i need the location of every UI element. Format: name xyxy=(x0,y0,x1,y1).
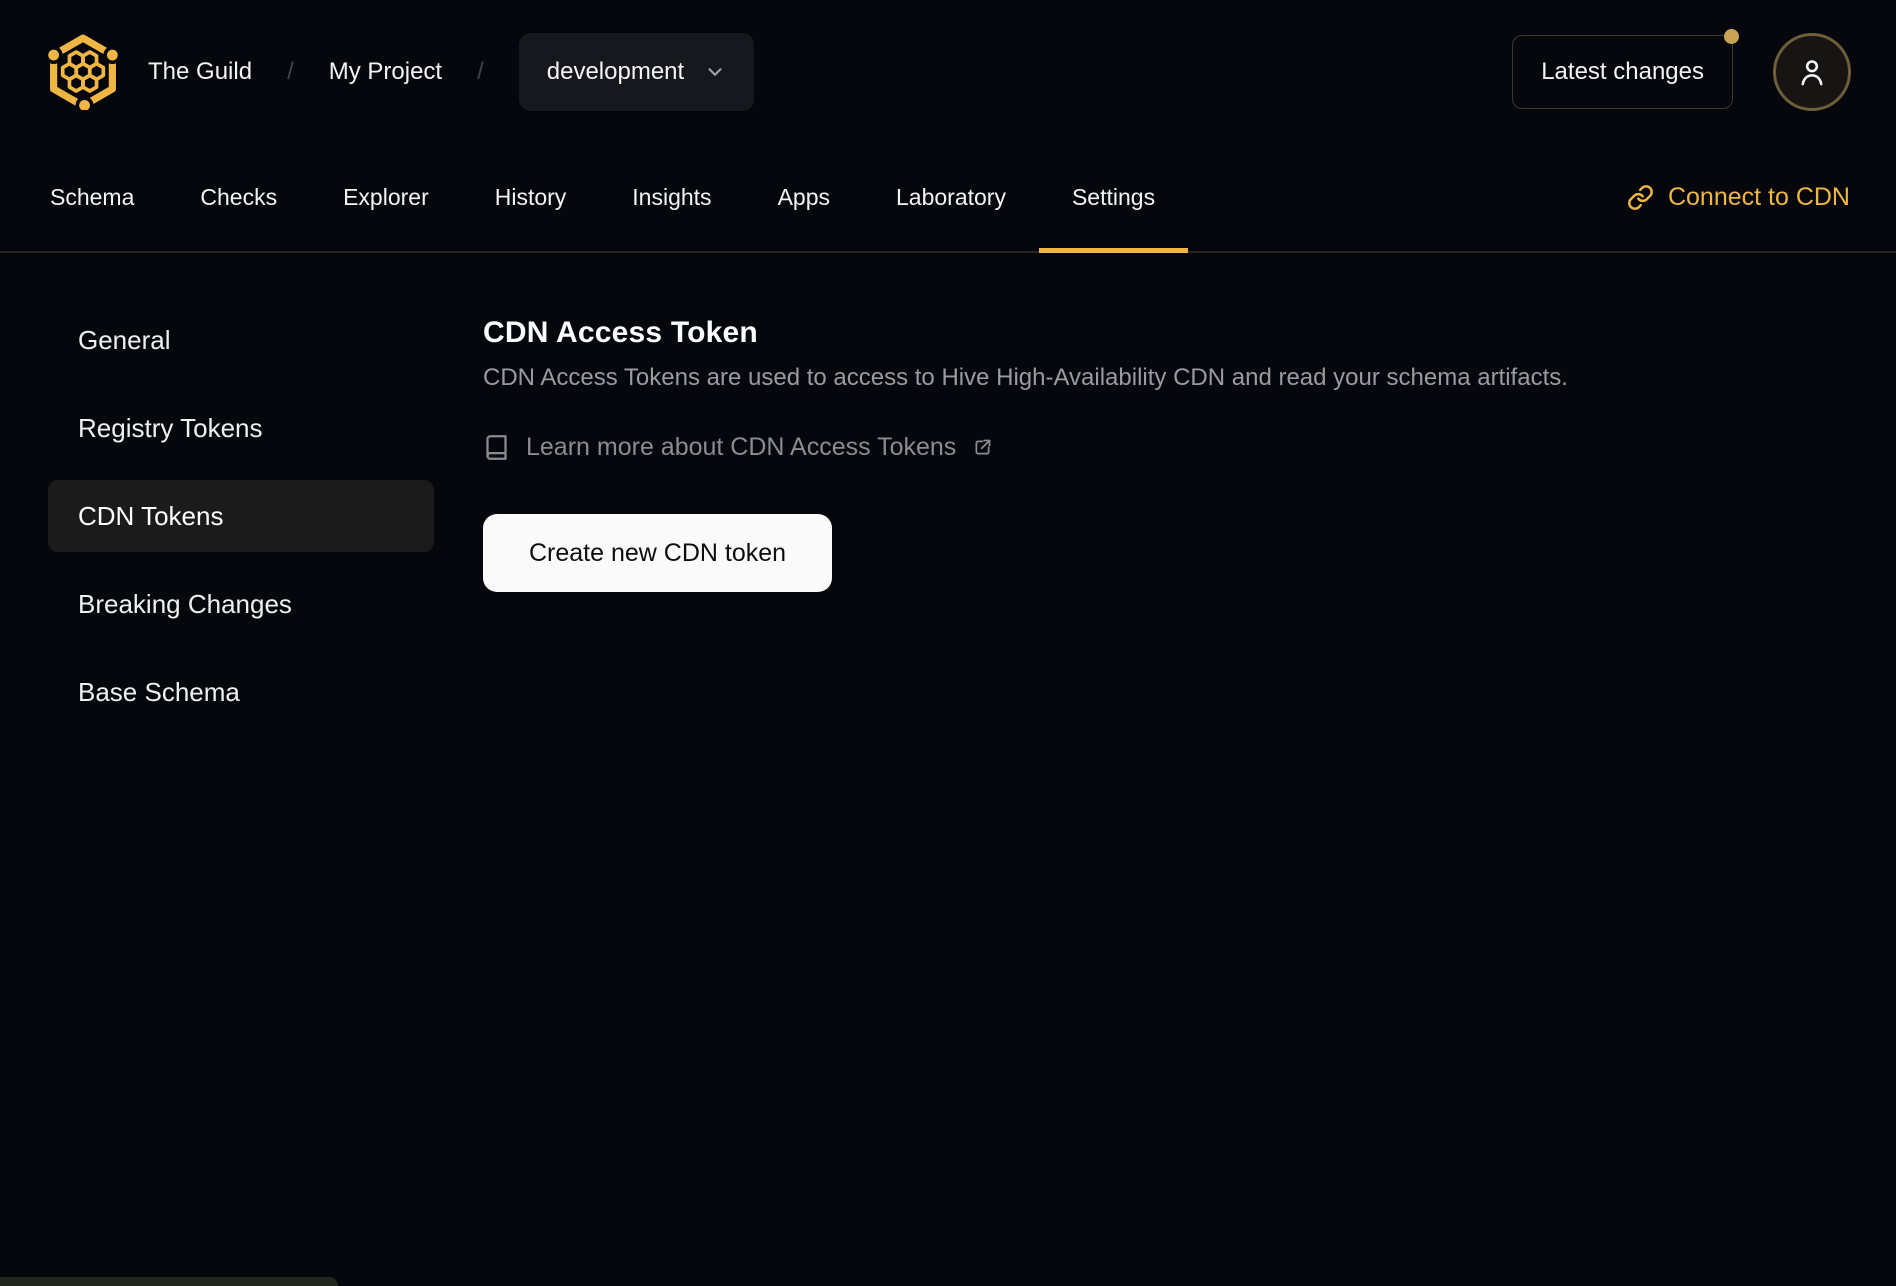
tabbar-right: Connect to CDN xyxy=(1627,144,1880,251)
sidenav-item-cdn-tokens[interactable]: CDN Tokens xyxy=(48,480,434,552)
bottom-toast-peek xyxy=(0,1277,338,1286)
sidenav-item-base-schema[interactable]: Base Schema xyxy=(48,656,434,728)
page-title: CDN Access Token xyxy=(483,316,758,349)
project-tabbar: Schema Checks Explorer History Insights … xyxy=(0,144,1896,253)
settings-sidenav: General Registry Tokens CDN Tokens Break… xyxy=(48,304,434,728)
tab-apps[interactable]: Apps xyxy=(745,144,863,251)
target-selector-dropdown[interactable]: development xyxy=(518,33,755,111)
book-icon xyxy=(486,435,507,460)
breadcrumb-project[interactable]: My Project xyxy=(329,58,442,86)
user-icon xyxy=(1801,60,1823,86)
tab-history[interactable]: History xyxy=(462,144,600,251)
app-header: The Guild / My Project / development Lat… xyxy=(0,0,1896,144)
settings-content: General Registry Tokens CDN Tokens Break… xyxy=(0,253,1896,728)
connect-to-cdn-label: Connect to CDN xyxy=(1667,183,1850,211)
breadcrumb: The Guild / My Project / development xyxy=(148,33,755,111)
breadcrumb-separator: / xyxy=(287,58,294,85)
notification-dot xyxy=(1724,29,1739,44)
header-actions: Latest changes xyxy=(1512,29,1851,111)
learn-more-link[interactable]: Learn more about CDN Access Tokens xyxy=(483,433,993,462)
breadcrumb-separator: / xyxy=(477,58,484,85)
connect-to-cdn-link[interactable]: Connect to CDN xyxy=(1627,183,1850,212)
tab-settings[interactable]: Settings xyxy=(1038,144,1189,253)
learn-more-label: Learn more about CDN Access Tokens xyxy=(526,433,957,461)
external-link-icon xyxy=(975,439,991,455)
hive-logo-icon[interactable] xyxy=(45,34,121,110)
breadcrumb-org[interactable]: The Guild xyxy=(148,58,252,86)
sidenav-item-breaking-changes[interactable]: Breaking Changes xyxy=(48,568,434,640)
tab-laboratory[interactable]: Laboratory xyxy=(863,144,1039,251)
latest-changes-button[interactable]: Latest changes xyxy=(1512,29,1739,109)
page-description: CDN Access Tokens are used to access to … xyxy=(483,364,1568,391)
tab-explorer[interactable]: Explorer xyxy=(310,144,462,251)
cdn-token-panel: CDN Access Token CDN Access Tokens are u… xyxy=(483,304,1848,728)
create-cdn-token-button[interactable]: Create new CDN token xyxy=(483,514,833,592)
user-avatar-button[interactable] xyxy=(1773,33,1851,111)
sidenav-item-general[interactable]: General xyxy=(48,304,434,376)
latest-changes-label: Latest changes xyxy=(1541,58,1704,85)
tab-schema[interactable]: Schema xyxy=(17,144,167,251)
link-chain-icon xyxy=(1628,185,1653,210)
chevron-down-icon xyxy=(708,68,722,76)
sidenav-item-registry-tokens[interactable]: Registry Tokens xyxy=(48,392,434,464)
tab-checks[interactable]: Checks xyxy=(167,144,310,251)
target-selector-value: development xyxy=(546,58,685,85)
tab-insights[interactable]: Insights xyxy=(599,144,744,251)
